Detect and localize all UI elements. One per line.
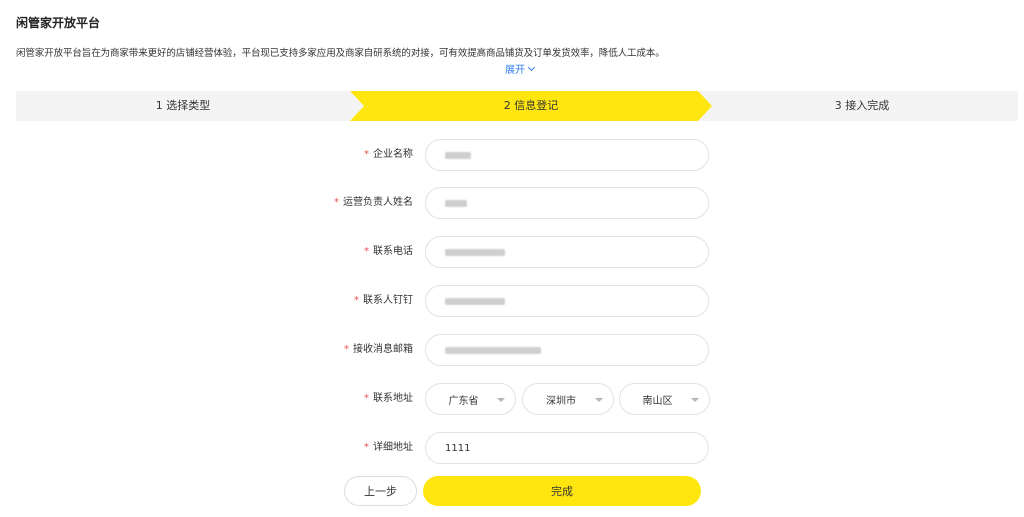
required-mark: * xyxy=(334,197,339,208)
redacted-value xyxy=(445,199,467,207)
required-mark: * xyxy=(344,344,349,355)
dingtalk-label: * 联系人钉钉 xyxy=(354,295,413,306)
city-value: 深圳市 xyxy=(546,395,576,407)
required-mark: * xyxy=(364,246,369,257)
page-title: 闲管家开放平台 xyxy=(16,16,101,30)
caret-down-icon xyxy=(691,398,699,402)
detail-address-label: * 详细地址 xyxy=(364,442,413,453)
expand-link[interactable]: 展开 xyxy=(505,61,536,76)
email-row: * 接收消息邮箱 xyxy=(0,334,1024,366)
redacted-value xyxy=(445,297,505,305)
caret-down-icon xyxy=(595,398,603,402)
email-label: * 接收消息邮箱 xyxy=(344,344,413,355)
step-progress-bar: 1 选择类型 2 信息登记 3 接入完成 xyxy=(16,91,1018,121)
dingtalk-input[interactable] xyxy=(425,285,709,317)
email-input[interactable] xyxy=(425,334,709,366)
required-mark: * xyxy=(354,295,359,306)
done-button[interactable]: 完成 xyxy=(423,476,701,506)
detail-address-value: 1111 xyxy=(445,442,471,454)
company-name-row: * 企业名称 xyxy=(0,139,1024,171)
district-value: 南山区 xyxy=(642,395,673,407)
operator-name-label: * 运营负责人姓名 xyxy=(334,197,413,208)
detail-address-input[interactable]: 1111 xyxy=(425,432,709,464)
required-mark: * xyxy=(364,393,369,404)
redacted-value xyxy=(445,151,471,159)
company-name-label: * 企业名称 xyxy=(364,149,413,160)
detail-address-row: * 详细地址 1111 xyxy=(0,432,1024,464)
step-access-complete: 3 接入完成 xyxy=(834,99,890,112)
required-mark: * xyxy=(364,149,369,160)
province-value: 广东省 xyxy=(448,395,479,407)
province-select[interactable]: 广东省 xyxy=(425,383,516,415)
phone-row: * 联系电话 xyxy=(0,236,1024,268)
dingtalk-row: * 联系人钉钉 xyxy=(0,285,1024,317)
caret-down-icon xyxy=(497,398,505,402)
operator-name-input[interactable] xyxy=(425,187,709,219)
company-name-input[interactable] xyxy=(425,139,709,171)
address-row: * 联系地址 广东省 深圳市 南山区 xyxy=(0,383,1024,415)
redacted-value xyxy=(445,346,541,354)
city-select[interactable]: 深圳市 xyxy=(522,383,614,415)
required-mark: * xyxy=(364,442,369,453)
prev-step-button[interactable]: 上一步 xyxy=(344,476,417,506)
address-label: * 联系地址 xyxy=(364,393,413,404)
chevron-down-icon xyxy=(527,63,536,71)
step-info-register: 2 信息登记 xyxy=(503,99,559,112)
district-select[interactable]: 南山区 xyxy=(619,383,710,415)
expand-label: 展开 xyxy=(505,65,525,76)
redacted-value xyxy=(445,248,505,256)
operator-name-row: * 运营负责人姓名 xyxy=(0,187,1024,219)
page-description: 闲管家开放平台旨在为商家带来更好的店铺经营体验，平台现已支持多家应用及商家自研系… xyxy=(16,48,665,59)
phone-label: * 联系电话 xyxy=(364,246,413,257)
step-select-type: 1 选择类型 xyxy=(155,99,211,112)
phone-input[interactable] xyxy=(425,236,709,268)
